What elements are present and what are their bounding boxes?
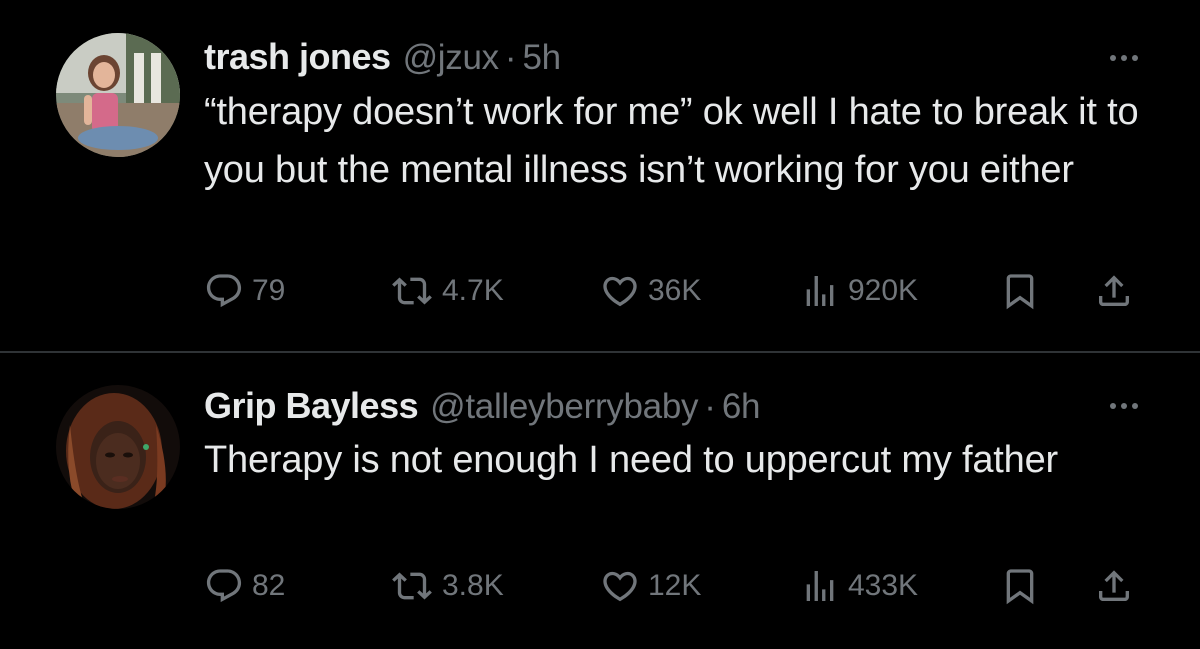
bookmark-icon	[1006, 274, 1034, 310]
display-name[interactable]: trash jones	[204, 36, 391, 78]
like-button[interactable]: 12K	[600, 562, 701, 610]
reply-button[interactable]: 79	[204, 267, 285, 315]
more-options-icon[interactable]	[1110, 403, 1138, 409]
tweet-text: “therapy doesn’t work for me” ok well I …	[204, 91, 1139, 191]
heart-icon	[603, 276, 637, 307]
avatar-photo	[56, 385, 180, 509]
reply-button[interactable]: 82	[204, 562, 285, 610]
reply-count: 82	[252, 569, 286, 602]
views-icon	[806, 571, 834, 601]
like-button[interactable]: 36K	[600, 267, 701, 315]
like-count: 36K	[648, 274, 702, 307]
timestamp[interactable]: 5h	[523, 38, 562, 78]
tweet-header: trash jones @jzux · 5h	[204, 36, 561, 78]
retweet-icon	[392, 277, 432, 305]
retweet-count: 4.7K	[442, 274, 504, 307]
tweet-header: Grip Bayless @talleyberrybaby · 6h	[204, 385, 761, 427]
username[interactable]: @talleyberrybaby	[430, 387, 698, 427]
retweet-count: 3.8K	[442, 569, 504, 602]
like-count: 12K	[648, 569, 702, 602]
views-icon	[806, 276, 834, 306]
bookmark-button[interactable]	[1000, 267, 1040, 315]
bookmark-button[interactable]	[1000, 562, 1040, 610]
avatar[interactable]	[56, 385, 180, 509]
share-icon	[1099, 275, 1129, 306]
reply-icon	[206, 569, 242, 603]
tweet-actions: 82 3.8K 12K 433K	[204, 562, 1144, 610]
tweet[interactable]: trash jones @jzux · 5h “therapy doesn’t …	[0, 0, 1200, 352]
share-button[interactable]	[1094, 267, 1134, 315]
views-button[interactable]: 433K	[800, 562, 918, 610]
avatar[interactable]	[56, 33, 180, 157]
display-name[interactable]: Grip Bayless	[204, 385, 419, 427]
reply-count: 79	[252, 274, 286, 307]
retweet-button[interactable]: 3.8K	[390, 562, 504, 610]
bookmark-icon	[1006, 569, 1034, 605]
separator-dot: ·	[704, 387, 716, 426]
tweet-actions: 79 4.7K 36K 920K	[204, 267, 1144, 315]
reply-icon	[206, 274, 242, 308]
tweet-text: Therapy is not enough I need to uppercut…	[204, 439, 1058, 481]
username[interactable]: @jzux	[403, 38, 500, 78]
more-options-icon[interactable]	[1110, 55, 1138, 61]
avatar-photo	[56, 33, 180, 157]
separator-dot: ·	[504, 38, 517, 77]
view-count: 433K	[848, 569, 919, 602]
share-button[interactable]	[1094, 562, 1134, 610]
retweet-icon	[392, 572, 432, 600]
tweet[interactable]: Grip Bayless @talleyberrybaby · 6h Thera…	[0, 353, 1200, 649]
retweet-button[interactable]: 4.7K	[390, 267, 504, 315]
share-icon	[1099, 570, 1129, 601]
view-count: 920K	[848, 274, 919, 307]
heart-icon	[603, 571, 637, 602]
timestamp[interactable]: 6h	[722, 387, 761, 427]
views-button[interactable]: 920K	[800, 267, 918, 315]
